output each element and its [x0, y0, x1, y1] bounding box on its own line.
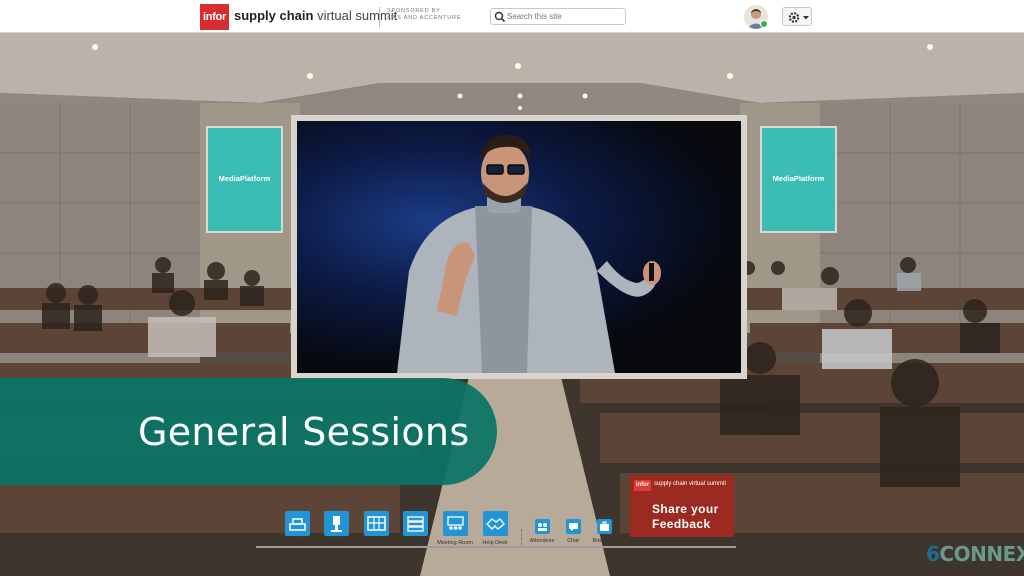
- event-title-light: virtual summit: [317, 8, 398, 23]
- event-title: supply chain virtual summit: [234, 8, 397, 23]
- 6connex-logo-rest: CONNEX: [939, 542, 1024, 566]
- search-icon: [494, 11, 506, 23]
- gear-icon: [788, 12, 809, 23]
- share-feedback-card[interactable]: infor supply chain virtual summit Share …: [630, 475, 734, 537]
- feedback-line-2: Feedback: [652, 517, 711, 531]
- speaker-image: [397, 135, 661, 373]
- page-title: General Sessions: [138, 410, 470, 454]
- auditorium-icon: [323, 511, 349, 536]
- search-input[interactable]: [490, 8, 626, 25]
- nav-dock-shelf: [256, 546, 736, 548]
- online-status-dot: [760, 20, 768, 28]
- nav-help-desk[interactable]: Help Desk: [475, 511, 515, 547]
- nav-auditorium[interactable]: Auditorium: [316, 511, 356, 547]
- feedback-line-1: Share your: [652, 502, 719, 516]
- section-banner: General Sessions: [0, 378, 497, 485]
- exhibit-hall-icon: [363, 511, 389, 536]
- nav-briefcase[interactable]: Briefcase: [584, 511, 624, 545]
- 6connex-logo: 6CONNEX: [926, 542, 1024, 566]
- top-bar: infor supply chain virtual summit SPONSO…: [0, 0, 1024, 33]
- feedback-brand: supply chain virtual summit: [654, 481, 727, 487]
- title-divider: [379, 7, 380, 27]
- media-platform-label-right: MediaPlatform: [772, 174, 825, 183]
- attendees-icon: [534, 519, 550, 534]
- event-title-bold: supply chain: [234, 8, 314, 23]
- resource-center-icon: [402, 511, 428, 536]
- settings-button[interactable]: [782, 7, 812, 26]
- meeting-room-icon: [442, 511, 468, 536]
- infor-logo[interactable]: infor: [200, 4, 229, 30]
- nav-exhibit-hall[interactable]: Exhibit Hall: [356, 511, 396, 547]
- nav-briefcase-label: Briefcase: [592, 538, 616, 544]
- chevron-down-icon: [803, 16, 809, 20]
- chat-icon: [565, 519, 581, 534]
- media-platform-label-left: MediaPlatform: [218, 174, 271, 183]
- help-desk-icon: [482, 511, 508, 536]
- sponsor-text: SPONSORED BY AWS AND ACCENTURE: [387, 8, 461, 22]
- feedback-infor-logo: infor: [634, 480, 651, 491]
- auditorium-scene: MediaPlatform MediaPlatform: [0, 33, 1024, 576]
- media-platform-screen-left: MediaPlatform: [208, 128, 281, 231]
- sponsor-line-2: AWS AND ACCENTURE: [387, 15, 462, 21]
- session-video-player[interactable]: [297, 121, 741, 373]
- feedback-text: Share your Feedback: [652, 502, 732, 532]
- 6connex-logo-6: 6: [926, 542, 940, 566]
- media-platform-screen-right: MediaPlatform: [762, 128, 835, 231]
- lobby-icon: [284, 511, 310, 536]
- nav-meeting-room[interactable]: Meeting Room: [435, 511, 475, 547]
- briefcase-icon: [596, 519, 612, 534]
- sponsor-line-1: SPONSORED BY: [387, 8, 441, 14]
- nav-lobby[interactable]: Lobby: [277, 511, 317, 547]
